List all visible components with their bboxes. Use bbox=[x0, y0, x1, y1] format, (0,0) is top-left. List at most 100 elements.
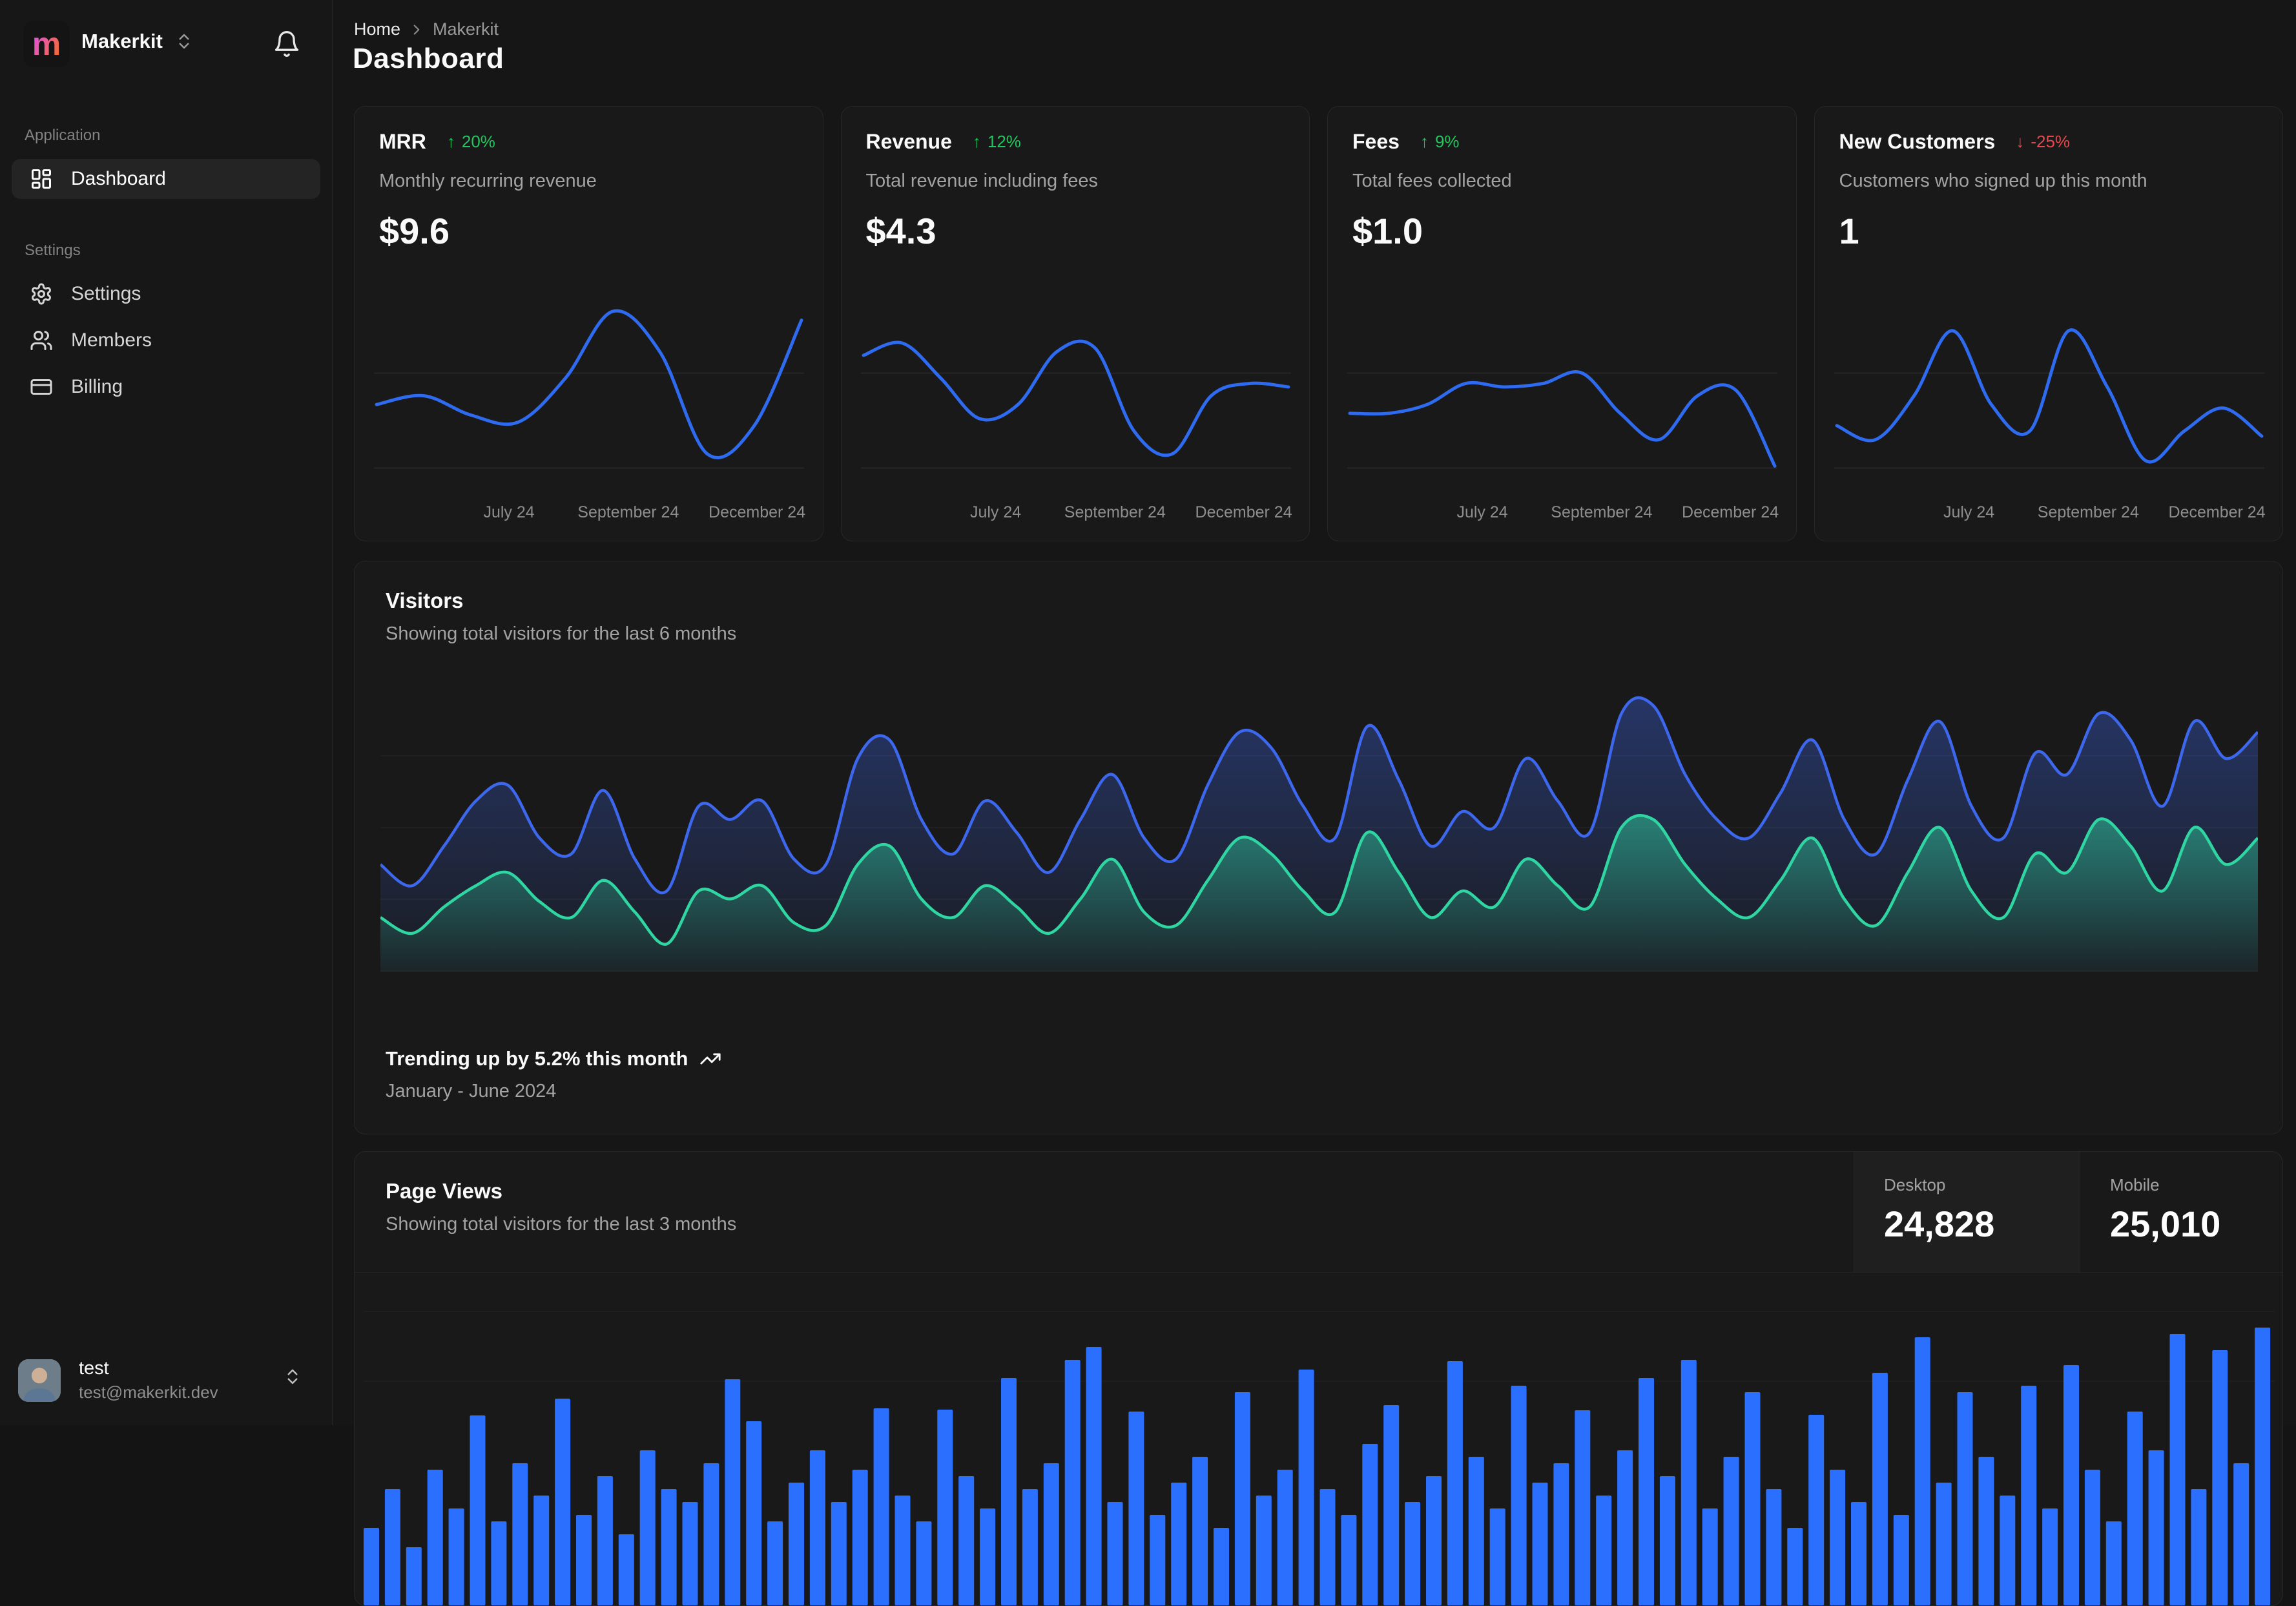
stat-card-revenue: Revenue ↑ 12% Total revenue including fe… bbox=[840, 106, 1310, 541]
sidebar: m Makerkit Application Dashboard Setting… bbox=[0, 0, 333, 1425]
breadcrumb: Home Makerkit bbox=[354, 19, 499, 39]
stat-card-value: $4.3 bbox=[865, 211, 936, 251]
visitors-card: Visitors Showing total visitors for the … bbox=[354, 561, 2283, 1134]
sidebar-item-members[interactable]: Members bbox=[12, 320, 320, 360]
sidebar-item-dashboard[interactable]: Dashboard bbox=[12, 159, 320, 199]
visitors-trending: Trending up by 5.2% this month bbox=[386, 1047, 721, 1070]
page-views-title: Page Views bbox=[386, 1179, 503, 1203]
page-views-subtitle: Showing total visitors for the last 3 mo… bbox=[386, 1214, 737, 1235]
axis-label: December 24 bbox=[1195, 503, 1292, 521]
axis-label: December 24 bbox=[2168, 503, 2266, 521]
page-views-bar-chart bbox=[364, 1311, 2275, 1605]
trend-badge: ↑ 20% bbox=[447, 132, 495, 152]
sidebar-item-label: Members bbox=[71, 329, 152, 351]
workspace-selector[interactable]: Makerkit bbox=[81, 30, 194, 53]
makerkit-logo: m bbox=[23, 21, 70, 67]
mrr-sparkline-chart bbox=[374, 309, 804, 469]
stat-card-title: Revenue bbox=[865, 130, 952, 153]
stat-card-value: $1.0 bbox=[1352, 211, 1423, 251]
user-menu[interactable]: test test@makerkit.dev bbox=[0, 1340, 332, 1425]
stat-card-value: $9.6 bbox=[379, 211, 450, 251]
sidebar-item-label: Dashboard bbox=[71, 168, 166, 189]
sidebar-section-settings: Settings bbox=[25, 242, 81, 259]
user-name: test bbox=[79, 1358, 109, 1379]
trending-up-icon bbox=[699, 1048, 721, 1070]
axis-label: July 24 bbox=[969, 503, 1022, 521]
user-avatar bbox=[18, 1359, 61, 1402]
visitors-period: January - June 2024 bbox=[386, 1081, 557, 1101]
trend-arrow-icon: ↑ bbox=[1420, 132, 1429, 151]
customers-sparkline-chart bbox=[1834, 328, 2264, 469]
fees-sparkline-chart bbox=[1347, 370, 1777, 469]
page-title: Dashboard bbox=[353, 43, 504, 74]
trend-arrow-icon: ↑ bbox=[972, 132, 981, 151]
stat-card-value: 1 bbox=[1839, 211, 1859, 251]
gear-icon bbox=[30, 282, 53, 306]
device-toggle-group: Desktop 24,828 Mobile 25,010 bbox=[1854, 1152, 2282, 1272]
user-email: test@makerkit.dev bbox=[79, 1382, 218, 1402]
axis-label: July 24 bbox=[1456, 503, 1508, 521]
sidebar-section-application: Application bbox=[25, 127, 101, 144]
stat-card-new-customers: New Customers ↓ -25% Customers who signe… bbox=[1814, 106, 2283, 541]
desktop-label: Desktop bbox=[1884, 1175, 1946, 1194]
stat-card-title: Fees bbox=[1352, 130, 1400, 153]
visitors-subtitle: Showing total visitors for the last 6 mo… bbox=[386, 623, 737, 644]
chevrons-up-down-icon bbox=[174, 32, 194, 51]
chevrons-up-down-icon bbox=[283, 1367, 302, 1386]
users-icon bbox=[30, 329, 53, 352]
stat-card-title: New Customers bbox=[1839, 130, 1996, 153]
stat-card-fees: Fees ↑ 9% Total fees collected $1.0 July… bbox=[1327, 106, 1797, 541]
x-axis: July 24 September 24 December 24 bbox=[1328, 503, 1796, 524]
main-content: Home Makerkit Dashboard MRR ↑ 20% Monthl… bbox=[332, 0, 2296, 1606]
dashboard-page: m Makerkit Application Dashboard Setting… bbox=[0, 0, 2296, 1606]
stat-card-mrr: MRR ↑ 20% Monthly recurring revenue $9.6… bbox=[354, 106, 823, 541]
desktop-value: 24,828 bbox=[1884, 1204, 1995, 1244]
chevron-right-icon bbox=[408, 21, 425, 38]
logo-letter: m bbox=[32, 26, 61, 62]
stat-card-description: Customers who signed up this month bbox=[1839, 171, 2147, 191]
breadcrumb-current: Makerkit bbox=[433, 19, 499, 39]
stat-card-description: Monthly recurring revenue bbox=[379, 171, 597, 191]
trend-badge: ↑ 12% bbox=[973, 132, 1021, 152]
sidebar-item-settings[interactable]: Settings bbox=[12, 274, 320, 314]
stat-cards-row: MRR ↑ 20% Monthly recurring revenue $9.6… bbox=[354, 106, 2283, 541]
trend-delta: 12% bbox=[987, 132, 1021, 151]
axis-label: September 24 bbox=[2037, 503, 2139, 521]
bell-icon bbox=[273, 30, 301, 58]
axis-label: September 24 bbox=[1064, 503, 1166, 521]
mobile-toggle[interactable]: Mobile 25,010 bbox=[2080, 1152, 2282, 1272]
sidebar-item-label: Settings bbox=[71, 283, 141, 304]
workspace-name: Makerkit bbox=[81, 30, 163, 52]
visitors-title: Visitors bbox=[386, 589, 464, 612]
dashboard-icon bbox=[30, 167, 53, 191]
axis-label: September 24 bbox=[1551, 503, 1653, 521]
trend-delta: 20% bbox=[461, 132, 495, 151]
sidebar-item-billing[interactable]: Billing bbox=[12, 367, 320, 407]
mobile-value: 25,010 bbox=[2110, 1204, 2221, 1244]
trend-badge: ↑ 9% bbox=[1420, 132, 1460, 152]
sidebar-header: m Makerkit bbox=[0, 18, 332, 75]
mobile-label: Mobile bbox=[2110, 1175, 2160, 1194]
sidebar-item-label: Billing bbox=[71, 376, 123, 397]
axis-label: September 24 bbox=[577, 503, 679, 521]
notifications-button[interactable] bbox=[270, 27, 304, 61]
trend-badge: ↓ -25% bbox=[2016, 132, 2070, 152]
visitors-trending-text: Trending up by 5.2% this month bbox=[386, 1047, 688, 1070]
x-axis: July 24 September 24 December 24 bbox=[355, 503, 823, 524]
trend-delta: -25% bbox=[2031, 132, 2071, 151]
x-axis: July 24 September 24 December 24 bbox=[1815, 503, 2283, 524]
x-axis: July 24 September 24 December 24 bbox=[842, 503, 1310, 524]
axis-label: December 24 bbox=[1682, 503, 1779, 521]
desktop-toggle[interactable]: Desktop 24,828 bbox=[1854, 1152, 2080, 1272]
axis-label: July 24 bbox=[483, 503, 535, 521]
trend-delta: 9% bbox=[1434, 132, 1460, 151]
visitors-area-chart bbox=[380, 696, 2258, 972]
trend-arrow-icon: ↑ bbox=[446, 132, 455, 151]
trend-arrow-icon: ↓ bbox=[2016, 132, 2025, 151]
stat-card-description: Total revenue including fees bbox=[865, 171, 1099, 191]
credit-card-icon bbox=[30, 375, 53, 399]
axis-label: December 24 bbox=[708, 503, 806, 521]
breadcrumb-home[interactable]: Home bbox=[354, 19, 400, 39]
page-views-card: Page Views Showing total visitors for th… bbox=[354, 1151, 2283, 1606]
stat-card-description: Total fees collected bbox=[1352, 171, 1512, 191]
